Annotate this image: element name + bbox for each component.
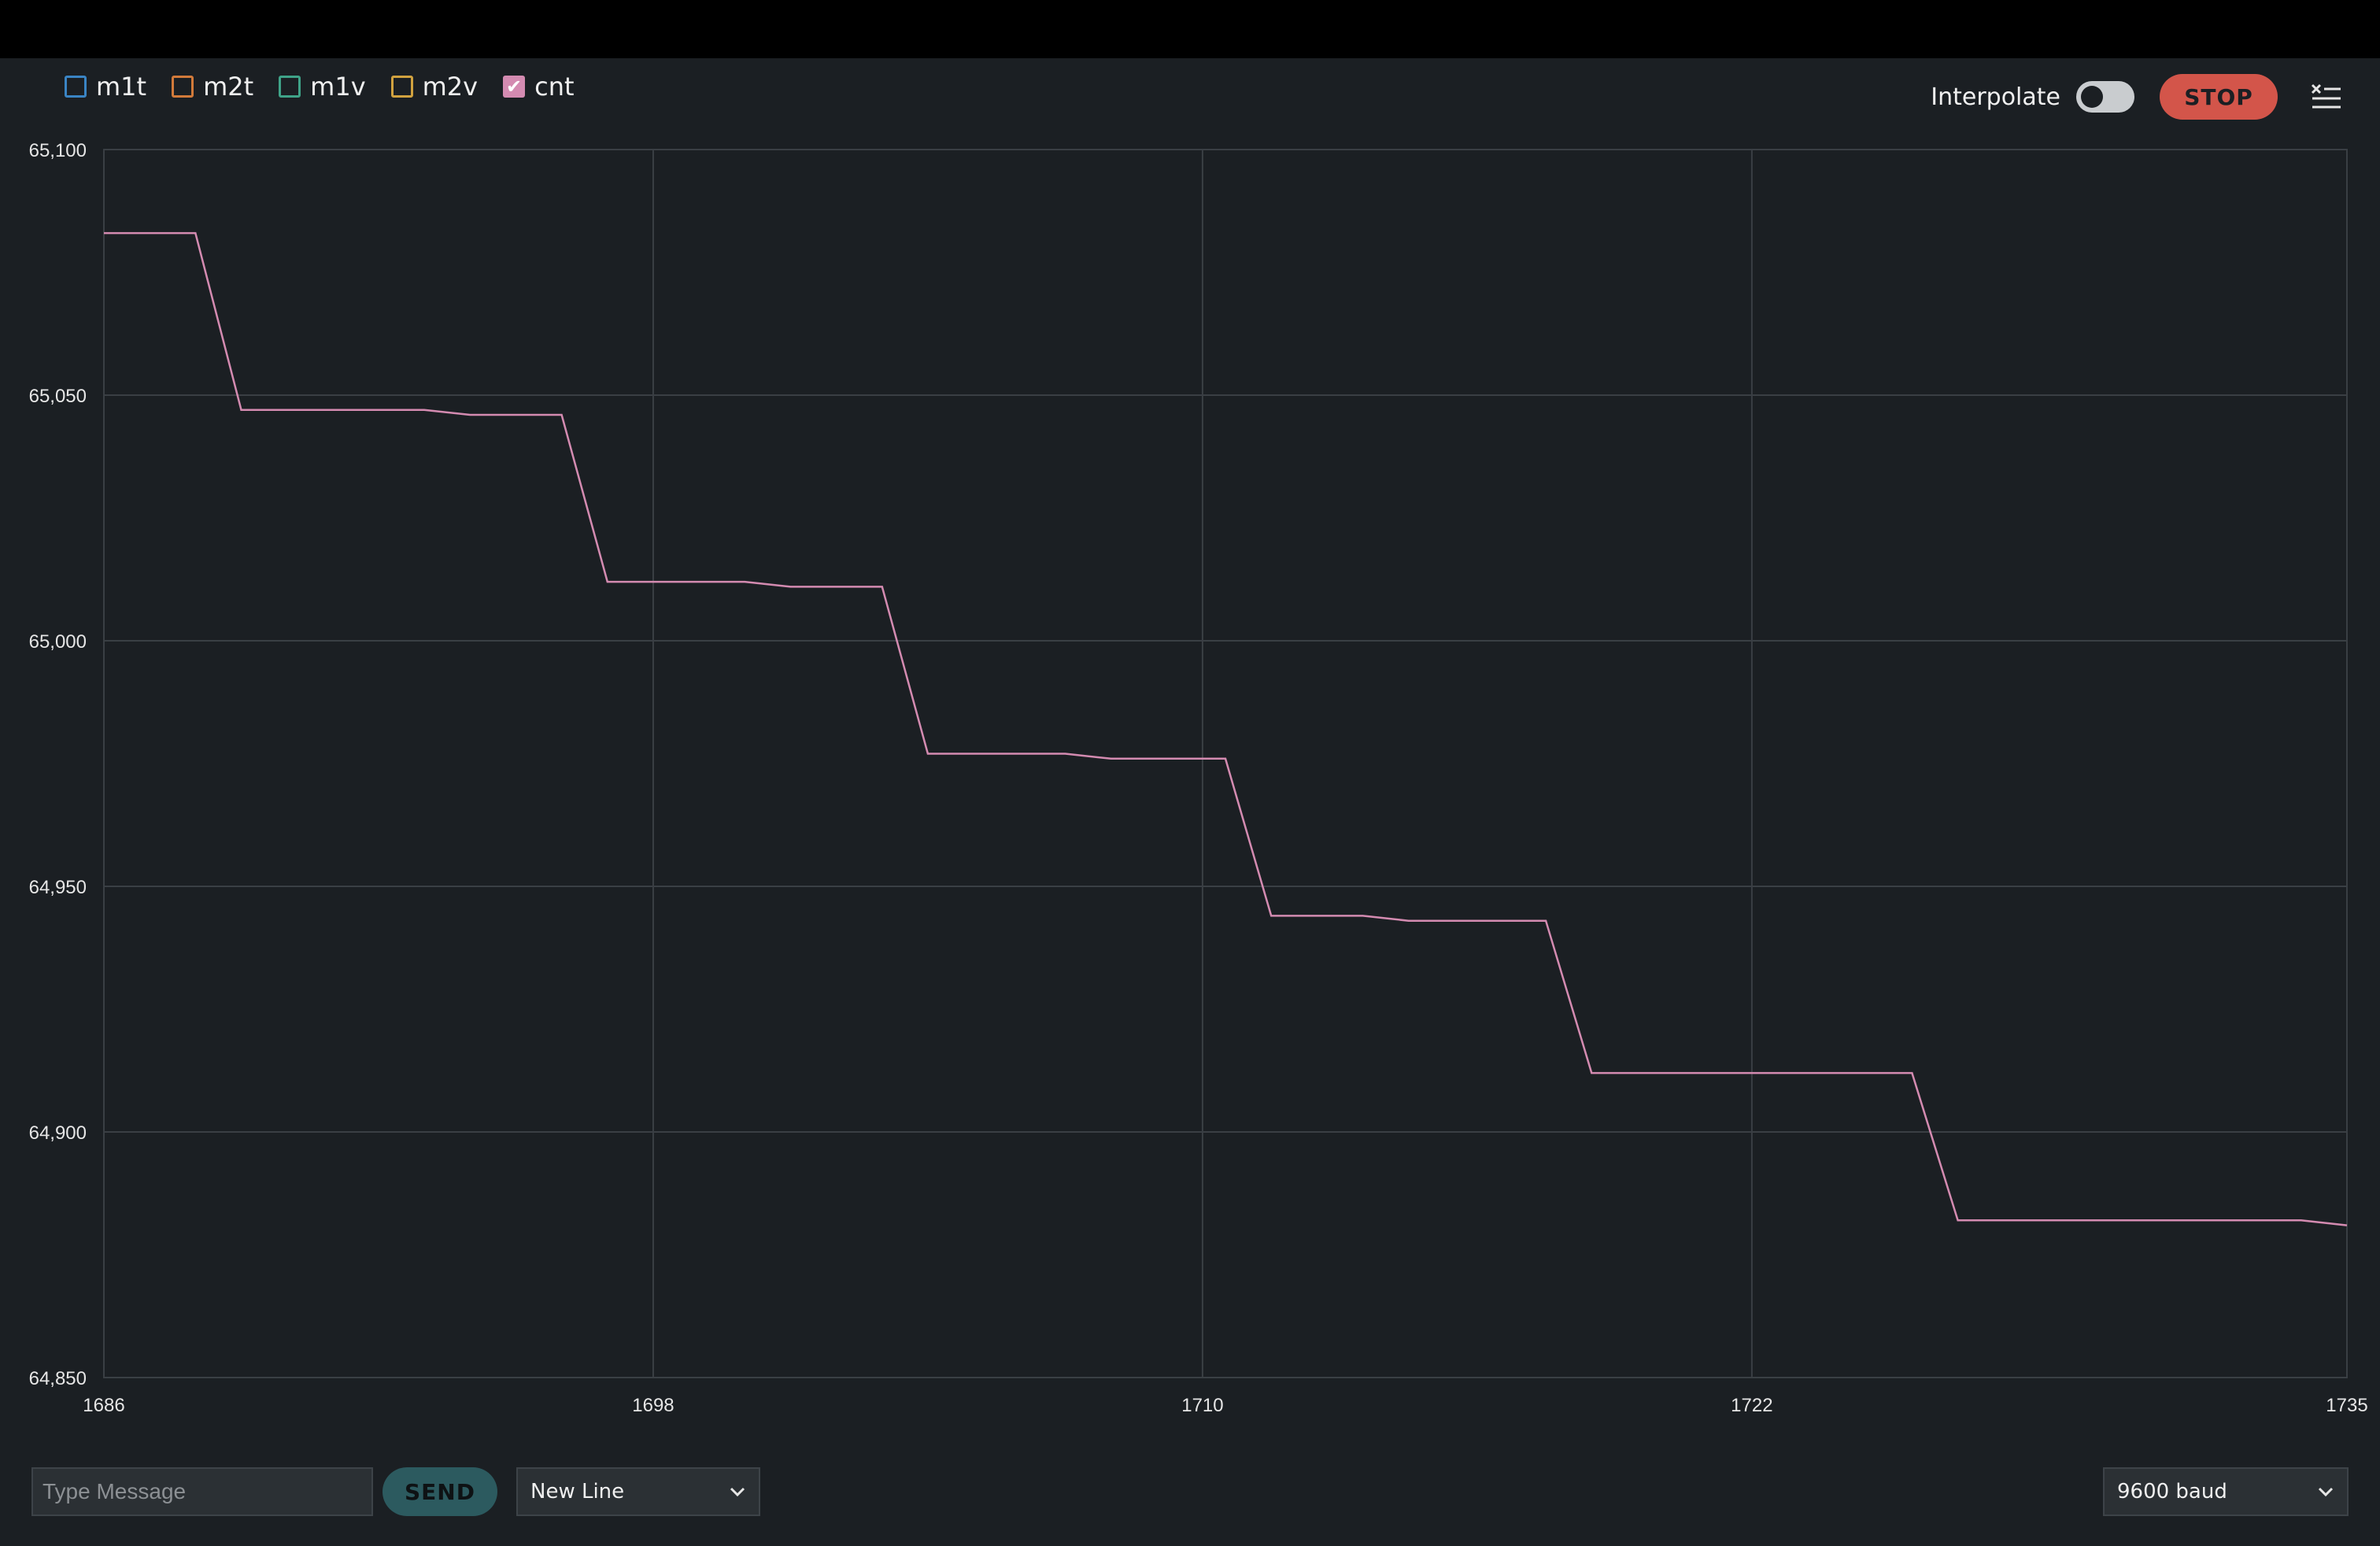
interpolate-toggle[interactable] [2076,81,2134,113]
legend-label: cnt [534,72,575,102]
x-tick-label: 1710 [1181,1395,1223,1416]
legend-checkbox[interactable]: ✔ [503,76,526,98]
series-legend: m1t m2t m1v m2v ✔ cnt [65,68,600,105]
y-tick-label: 65,000 [29,631,87,653]
baud-rate-select[interactable]: 9600 baud [2103,1467,2349,1516]
legend-checkbox[interactable] [390,76,413,98]
serial-plot-chart: 65,100 65,050 65,000 64,950 64,900 64,850 1686… [29,140,2368,1416]
stop-button[interactable]: STOP [2160,74,2278,120]
x-tick-label: 1686 [83,1395,124,1416]
legend-item-m1v[interactable]: m1v [279,72,366,102]
y-tick-label: 65,050 [29,386,87,407]
legend-checkbox[interactable] [279,76,301,98]
legend-item-m1t[interactable]: m1t [65,72,146,102]
legend-label: m1t [96,72,147,102]
chevron-down-icon [2318,1487,2334,1497]
legend-label: m1v [310,72,366,102]
x-tick-label: 1735 [2326,1395,2367,1416]
y-tick-label: 65,100 [29,140,87,161]
message-input[interactable] [31,1467,373,1516]
y-tick-label: 64,850 [29,1368,87,1389]
series-line-cnt [104,231,2348,1226]
baud-rate-value: 9600 baud [2117,1480,2227,1503]
x-tick-label: 1722 [1731,1395,1772,1416]
plot-border [103,149,2348,1378]
chevron-down-icon [730,1487,745,1497]
legend-checkbox[interactable] [65,76,87,98]
line-ending-value: New Line [530,1480,625,1503]
line-ending-select[interactable]: New Line [516,1467,760,1516]
window-top-bar [0,0,2380,58]
legend-item-m2v[interactable]: m2v [390,72,479,102]
toggle-knob [2081,86,2103,108]
plotter-controls: Interpolate STOP [1931,73,2342,120]
legend-item-m2t[interactable]: m2t [172,72,253,102]
legend-label: m2v [422,72,479,102]
legend-item-cnt[interactable]: ✔ cnt [503,72,575,102]
checkmark-icon: ✔ [506,76,523,98]
interpolate-label: Interpolate [1931,83,2060,111]
x-tick-label: 1698 [632,1395,674,1416]
legend-label: m2t [203,72,254,102]
legend-checkbox[interactable] [172,76,194,98]
message-bar: SEND New Line 9600 baud [0,1461,2380,1524]
send-button[interactable]: SEND [382,1467,497,1516]
y-tick-label: 64,950 [29,877,87,898]
y-tick-label: 64,900 [29,1123,87,1144]
clear-list-icon[interactable] [2311,81,2342,113]
